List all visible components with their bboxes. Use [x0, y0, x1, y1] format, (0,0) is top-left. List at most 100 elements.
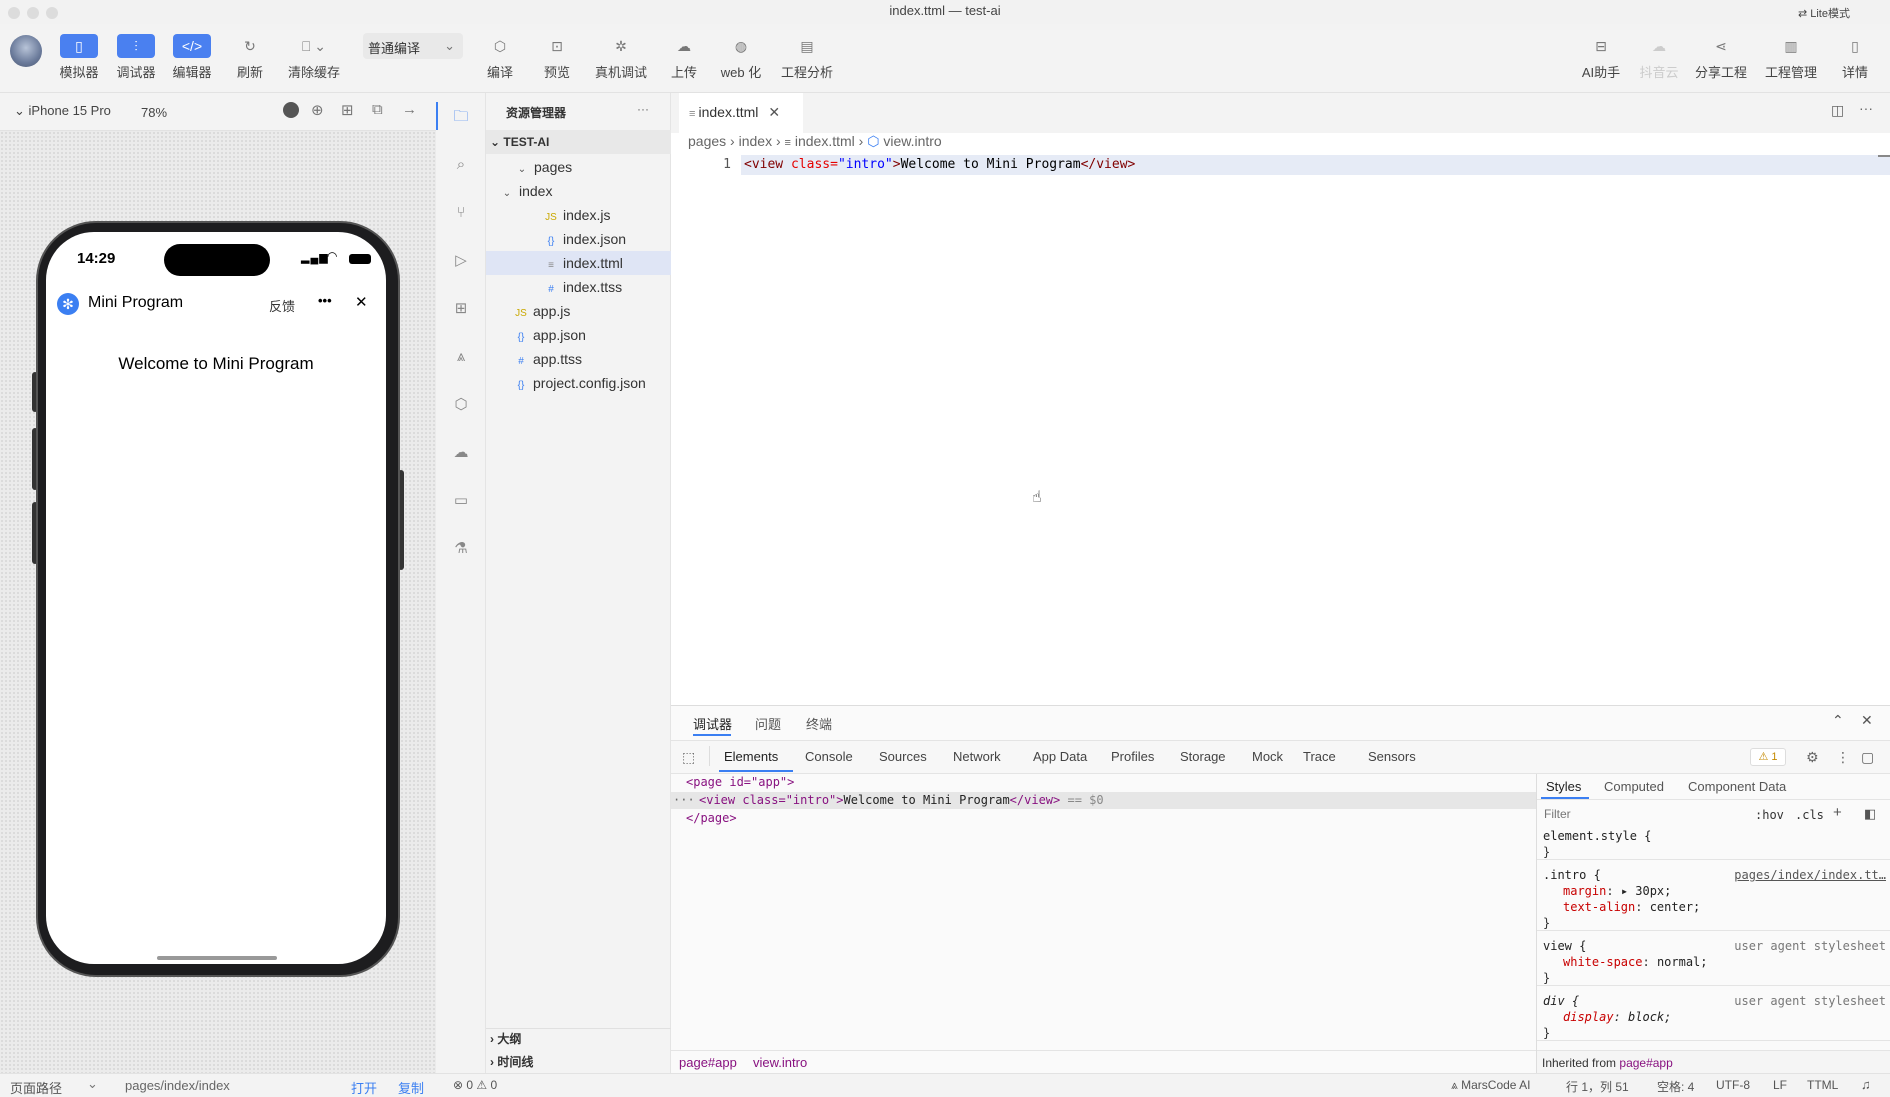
bell-icon[interactable]: ♫	[1861, 1077, 1871, 1092]
inspect-icon[interactable]: ⊕	[311, 101, 324, 119]
tree-item-app-json[interactable]: {} app.json	[486, 323, 671, 347]
close-tab-icon[interactable]: ✕	[768, 104, 780, 120]
css-selector[interactable]: element.style {	[1543, 829, 1651, 843]
compile-button[interactable]: ⬡ 编译	[472, 34, 528, 81]
tree-item-index-ttml[interactable]: ≡ index.ttml	[486, 251, 671, 275]
clear-cache-button[interactable]: ⎕ ⌄ 清除缓存	[284, 34, 344, 81]
arrow-right-icon[interactable]: →	[402, 101, 417, 118]
inherited-from-link[interactable]: page#app	[1619, 1056, 1672, 1070]
breadcrumb-item[interactable]: view.intro	[883, 133, 941, 149]
tab-computed[interactable]: Computed	[1604, 779, 1664, 794]
indent-setting[interactable]: 空格: 4	[1657, 1078, 1694, 1095]
dom-line[interactable]: <page id="app">	[686, 775, 794, 789]
split-editor-icon[interactable]: ◫	[1831, 102, 1844, 119]
package-icon[interactable]: ⬡	[436, 381, 486, 429]
marscode-status[interactable]: ⩓ MarsCode AI	[1451, 1078, 1530, 1093]
explorer-icon[interactable]: 🗀	[436, 93, 486, 141]
close-panel-icon[interactable]: ✕	[1861, 712, 1873, 729]
upload-button[interactable]: ☁ 上传	[656, 34, 712, 81]
flask-icon[interactable]: ⚗	[436, 525, 486, 573]
explorer-more-icon[interactable]: ···	[637, 102, 649, 116]
tab-terminal[interactable]: 终端	[806, 714, 832, 733]
panel-tab-sources[interactable]: Sources	[879, 749, 927, 764]
add-rule-icon[interactable]: +	[1833, 804, 1842, 821]
simulator-button[interactable]: ▯ 模拟器	[51, 34, 107, 81]
panel-tab-network[interactable]: Network	[953, 749, 1001, 764]
more-icon[interactable]: •••	[318, 293, 332, 308]
select-element-icon[interactable]: ⬚	[682, 749, 695, 766]
manage-button[interactable]: ▥ 工程管理	[1760, 34, 1822, 81]
styles-filter-input[interactable]	[1540, 804, 1740, 824]
preview-button[interactable]: ⊡ 预览	[529, 34, 585, 81]
feedback-button[interactable]: 反馈	[269, 296, 295, 315]
extensions-icon[interactable]: ⊞	[436, 285, 486, 333]
zoom-select[interactable]: 78%	[141, 105, 167, 120]
panel-tab-sensors[interactable]: Sensors	[1368, 749, 1416, 764]
css-property[interactable]: display: block;	[1563, 1010, 1671, 1024]
tree-item-project-config-json[interactable]: {} project.config.json	[486, 371, 671, 395]
open-link[interactable]: 打开	[351, 1078, 377, 1097]
run-debug-icon[interactable]: ▷	[436, 237, 486, 285]
device-select[interactable]: ⌄ iPhone 15 Pro	[14, 103, 111, 119]
tree-item-index[interactable]: ⌄ index	[486, 179, 671, 203]
breadcrumb-item[interactable]: index	[739, 133, 772, 149]
dom-breadcrumb-item[interactable]: page#app	[679, 1055, 737, 1070]
panel-tab-mock[interactable]: Mock	[1252, 749, 1283, 764]
tree-item-app-js[interactable]: JS app.js	[486, 299, 671, 323]
chevron-up-icon[interactable]: ⌃	[1832, 712, 1844, 729]
dock-icon[interactable]: ▢	[1861, 749, 1874, 766]
debugger-button[interactable]: ⫶ 调试器	[108, 34, 164, 81]
outline-section[interactable]: › 大纲	[486, 1027, 671, 1051]
gear-icon[interactable]: ⚙	[1806, 749, 1819, 766]
ai-assistant-button[interactable]: ⊟ AI助手	[1573, 34, 1629, 81]
compile-mode-select[interactable]: 普通编译 ⌄	[363, 33, 463, 59]
vertical-more-icon[interactable]: ⋮	[1836, 749, 1850, 766]
record-icon[interactable]	[283, 102, 299, 118]
editor-area[interactable]	[671, 93, 1890, 705]
share-button[interactable]: ⋖ 分享工程	[1690, 34, 1752, 81]
refresh-button[interactable]: ↻ 刷新	[222, 34, 278, 81]
web-button[interactable]: ◍ web 化	[713, 34, 769, 81]
tree-item-index-ttss[interactable]: # index.ttss	[486, 275, 671, 299]
encoding[interactable]: UTF-8	[1716, 1078, 1750, 1092]
hov-toggle[interactable]: :hov	[1755, 808, 1784, 822]
css-property[interactable]: text-align: center;	[1563, 900, 1700, 914]
tree-item-app-ttss[interactable]: # app.ttss	[486, 347, 671, 371]
dom-line-selected[interactable]: <view class="intro">Welcome to Mini Prog…	[699, 793, 1104, 807]
code-line[interactable]: <view class="intro">Welcome to Mini Prog…	[744, 157, 1135, 172]
tab-problems[interactable]: 问题	[755, 714, 781, 733]
avatar[interactable]	[10, 35, 42, 67]
cls-toggle[interactable]: .cls	[1795, 808, 1824, 822]
panel-tab-elements[interactable]: Elements	[724, 749, 778, 764]
css-property[interactable]: margin: ▸ 30px;	[1563, 884, 1671, 898]
popout-icon[interactable]: ⧉	[372, 101, 383, 118]
css-selector[interactable]: view {	[1543, 939, 1586, 953]
css-source[interactable]: pages/index/index.tt…	[1734, 868, 1886, 882]
tab-debugger[interactable]: 调试器	[693, 714, 732, 733]
panel-tab-console[interactable]: Console	[805, 749, 853, 764]
close-icon[interactable]: ✕	[355, 293, 368, 311]
cursor-position[interactable]: 行 1，列 51	[1566, 1078, 1629, 1095]
editor-tab[interactable]: ≡ index.ttml ✕	[679, 93, 803, 133]
panel-tab-app-data[interactable]: App Data	[1033, 749, 1087, 764]
source-control-icon[interactable]: ⑂	[436, 189, 486, 237]
analysis-button[interactable]: ▤ 工程分析	[775, 34, 839, 81]
panel-tab-profiles[interactable]: Profiles	[1111, 749, 1154, 764]
warning-badge[interactable]: ⚠ 1	[1750, 748, 1786, 766]
remote-debug-button[interactable]: ✲ 真机调试	[590, 34, 652, 81]
css-property[interactable]: white-space: normal;	[1563, 955, 1708, 969]
panel-tab-storage[interactable]: Storage	[1180, 749, 1226, 764]
tree-item-index-json[interactable]: {} index.json	[486, 227, 671, 251]
dom-breadcrumb-item[interactable]: view.intro	[753, 1055, 807, 1070]
tab-component-data[interactable]: Component Data	[1688, 779, 1786, 794]
line-ending[interactable]: LF	[1773, 1078, 1787, 1092]
marscode-icon[interactable]: ⩓	[436, 333, 486, 381]
copy-link[interactable]: 复制	[398, 1078, 424, 1097]
grid-icon[interactable]: ⊞	[341, 101, 354, 119]
cloud-button[interactable]: ☁ 抖音云	[1631, 34, 1687, 81]
language-mode[interactable]: TTML	[1807, 1078, 1838, 1092]
tree-item-pages[interactable]: ⌄ pages	[486, 155, 671, 179]
problems-count[interactable]: ⊗ 0 ⚠ 0	[453, 1078, 497, 1092]
chevron-down-icon[interactable]: ⌄	[87, 1076, 98, 1092]
tree-item-index-js[interactable]: JS index.js	[486, 203, 671, 227]
